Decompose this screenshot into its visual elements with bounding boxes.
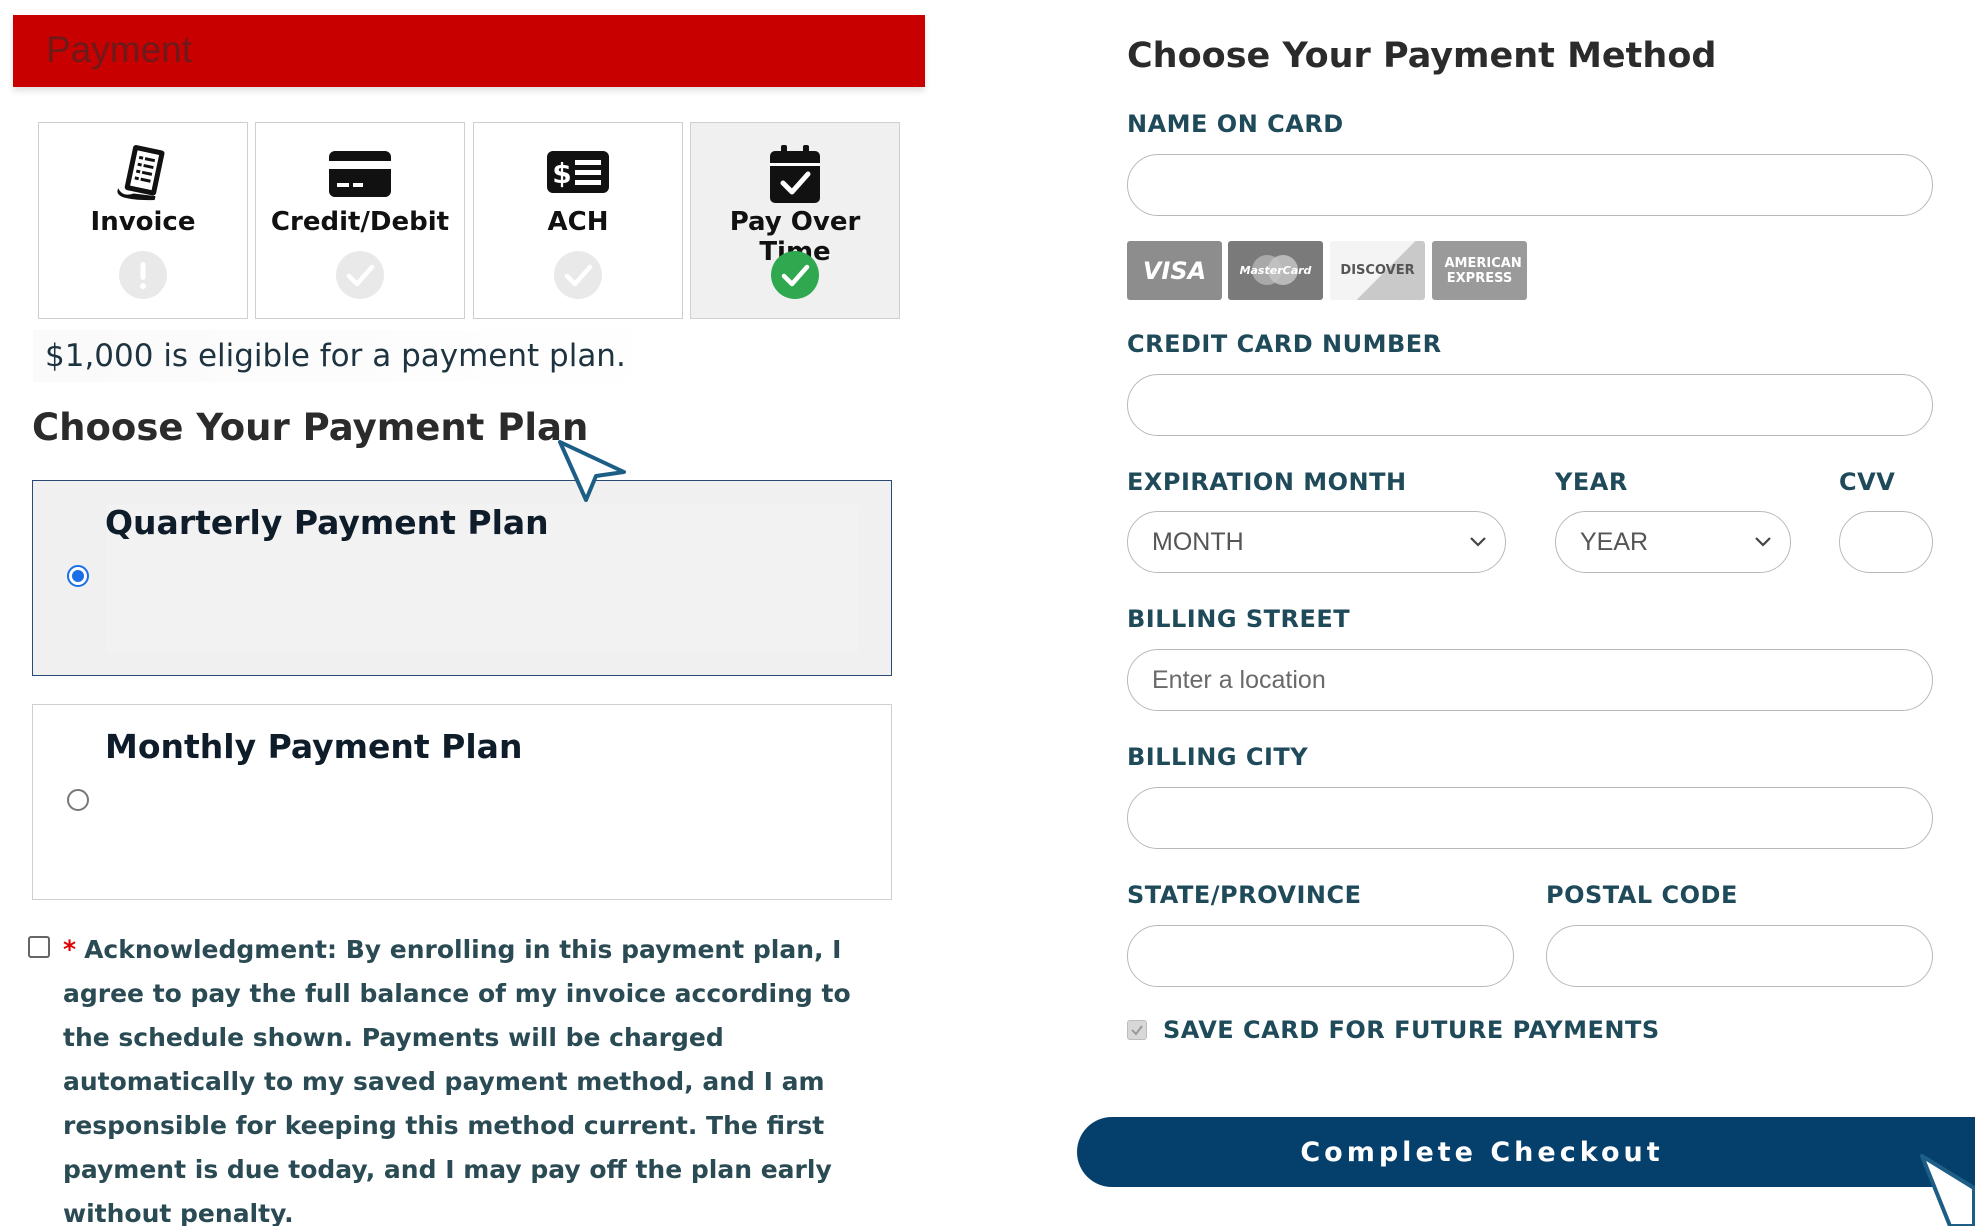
mouse-cursor-icon: [1920, 1154, 1975, 1226]
payment-header-title: Payment: [46, 29, 193, 70]
postal-code-input[interactable]: [1546, 925, 1933, 987]
select-value: YEAR: [1580, 527, 1649, 556]
billing-city-label: BILLING CITY: [1127, 743, 1309, 771]
card-brand-label: DISCOVER: [1340, 263, 1415, 278]
state-province-label: STATE/PROVINCE: [1127, 881, 1362, 909]
discover-logo-icon: DISCOVER: [1330, 241, 1425, 300]
postal-code-field[interactable]: [1571, 926, 1932, 986]
save-card-checkbox[interactable]: [1127, 1020, 1147, 1040]
acknowledgment-text: * Acknowledgment: By enrolling in this pa…: [63, 928, 883, 1226]
credit-card-icon: [256, 143, 464, 203]
select-value: MONTH: [1152, 527, 1244, 556]
billing-street-field[interactable]: [1152, 650, 1932, 710]
chevron-down-icon: [1755, 537, 1771, 547]
tab-label: Invoice: [90, 207, 196, 237]
payment-header-bar: Payment: [13, 15, 925, 87]
payment-method-panel: Choose Your Payment Method NAME ON CARD …: [1000, 0, 1975, 1226]
tab-label: ACH: [547, 207, 609, 237]
billing-city-field[interactable]: [1152, 788, 1932, 848]
calendar-check-icon: [691, 143, 899, 203]
warning-icon: [119, 251, 167, 299]
plan-radio-quarterly[interactable]: [67, 565, 89, 587]
cvv-field[interactable]: [1864, 512, 1932, 572]
plan-section-heading: Choose Your Payment Plan: [32, 406, 589, 449]
check-icon: [336, 251, 384, 299]
name-on-card-label: NAME ON CARD: [1127, 110, 1344, 138]
name-on-card-field[interactable]: [1152, 155, 1932, 215]
cvv-input[interactable]: [1839, 511, 1933, 573]
name-on-card-input[interactable]: [1127, 154, 1933, 216]
card-number-label: CREDIT CARD NUMBER: [1127, 330, 1442, 358]
amex-logo-icon: AMERICAN EXPRESS: [1432, 241, 1527, 300]
billing-street-label: BILLING STREET: [1127, 605, 1351, 633]
card-brand-label: MasterCard: [1239, 264, 1312, 277]
mouse-cursor-icon: [558, 440, 626, 502]
billing-city-input[interactable]: [1127, 787, 1933, 849]
mastercard-logo-icon: MasterCard: [1228, 241, 1323, 300]
save-card-row: SAVE CARD FOR FUTURE PAYMENTS: [1127, 1016, 1660, 1044]
acknowledgment-checkbox[interactable]: [28, 936, 50, 958]
plan-option-quarterly[interactable]: Quarterly Payment Plan: [32, 480, 892, 676]
plan-title: Quarterly Payment Plan: [105, 503, 549, 542]
state-province-field[interactable]: [1152, 926, 1513, 986]
required-marker: *: [63, 935, 77, 964]
plan-title: Monthly Payment Plan: [105, 727, 523, 766]
card-number-field[interactable]: [1152, 375, 1932, 435]
expiration-month-label: EXPIRATION MONTH: [1127, 468, 1407, 496]
chevron-down-icon: [1470, 537, 1486, 547]
check-icon: [771, 251, 819, 299]
expiration-month-select[interactable]: MONTH: [1127, 511, 1506, 573]
cvv-label: CVV: [1839, 468, 1896, 496]
year-select[interactable]: YEAR: [1555, 511, 1791, 573]
payment-plan-panel: Payment Invoice Credit/Debit $ ACH Pay O…: [0, 0, 960, 1226]
plan-option-monthly[interactable]: Monthly Payment Plan: [32, 704, 892, 900]
check-icon: [554, 251, 602, 299]
checkmark-icon: [1131, 1025, 1143, 1036]
tab-credit-debit[interactable]: Credit/Debit: [255, 122, 465, 319]
card-number-input[interactable]: [1127, 374, 1933, 436]
eligibility-message: $1,000 is eligible for a payment plan.: [33, 330, 683, 382]
year-label: YEAR: [1555, 468, 1628, 496]
postal-code-label: POSTAL CODE: [1546, 881, 1738, 909]
svg-text:$: $: [552, 157, 571, 190]
payment-method-heading: Choose Your Payment Method: [1127, 36, 1717, 76]
invoice-icon: [39, 143, 247, 203]
acknowledgment-body: Acknowledgment: By enrolling in this pay…: [63, 935, 851, 1226]
state-province-input[interactable]: [1127, 925, 1514, 987]
tab-invoice[interactable]: Invoice: [38, 122, 248, 319]
tab-label: Credit/Debit: [270, 207, 450, 237]
visa-logo-icon: VISA: [1127, 241, 1222, 300]
tab-ach[interactable]: $ ACH: [473, 122, 683, 319]
ach-icon: $: [474, 143, 682, 203]
card-brand-label: VISA: [1142, 256, 1207, 285]
save-card-label: SAVE CARD FOR FUTURE PAYMENTS: [1163, 1016, 1660, 1044]
card-brand-label: AMERICAN EXPRESS: [1444, 255, 1522, 286]
plan-radio-monthly[interactable]: [67, 789, 89, 811]
billing-street-input[interactable]: [1127, 649, 1933, 711]
tab-pay-over-time[interactable]: Pay Over Time: [690, 122, 900, 319]
complete-checkout-button[interactable]: Complete Checkout: [1077, 1117, 1975, 1187]
